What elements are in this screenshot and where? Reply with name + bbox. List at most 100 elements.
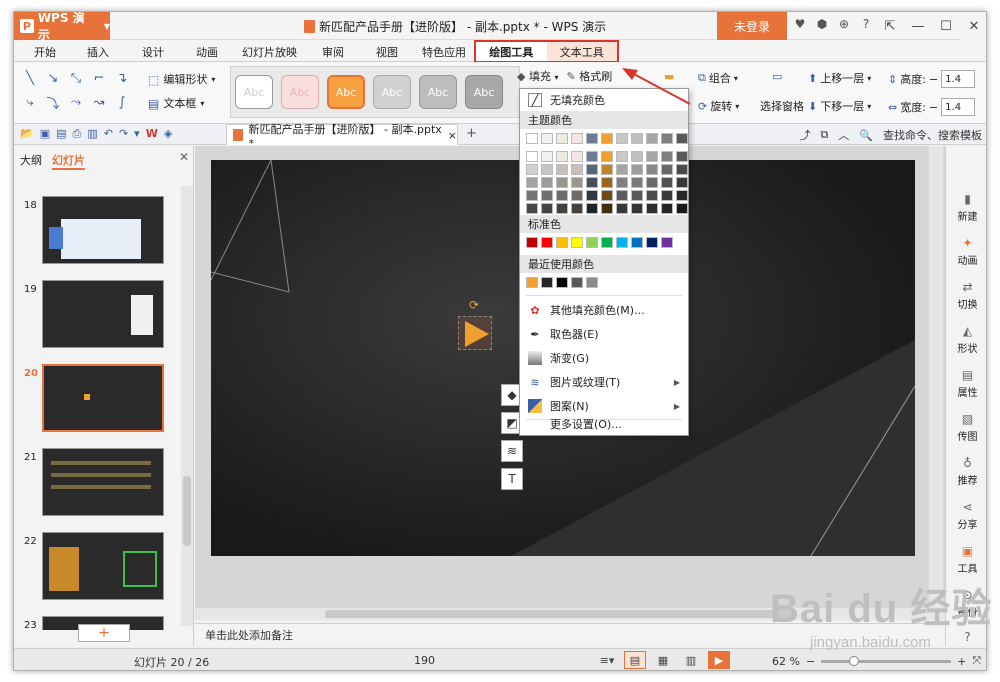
zoom-slider[interactable]: [821, 655, 952, 666]
sidebar-item-new[interactable]: ▮ 新建: [946, 192, 986, 223]
theme-tint-swatch[interactable]: [646, 151, 658, 162]
theme-tint-swatch[interactable]: [616, 177, 628, 188]
wps-icon[interactable]: W: [146, 127, 158, 141]
slide-thumbnail-22[interactable]: 22: [20, 532, 176, 606]
zoom-out-icon[interactable]: −: [806, 655, 815, 668]
standard-color-swatch[interactable]: [601, 237, 613, 248]
theme-tint-swatch[interactable]: [556, 177, 568, 188]
skin-icon[interactable]: ♥: [792, 17, 808, 31]
height-input[interactable]: 1.4: [941, 70, 976, 88]
collapse-icon[interactable]: ︿: [838, 127, 849, 143]
style-sample-3[interactable]: Abc: [327, 75, 365, 109]
theme-tint-swatch[interactable]: [586, 177, 598, 188]
recent-color-swatch[interactable]: [541, 277, 553, 288]
tab-design[interactable]: 设计: [142, 44, 164, 60]
elbow-arrow-shape-icon[interactable]: ↴: [112, 68, 132, 88]
theme-color-swatch[interactable]: [541, 133, 553, 144]
print-icon[interactable]: ⎙: [73, 127, 82, 141]
rotate-button[interactable]: ⟳ 旋转 ▾: [698, 98, 739, 114]
theme-tint-swatch[interactable]: [571, 177, 583, 188]
theme-tint-swatch[interactable]: [586, 203, 598, 214]
recent-color-swatch[interactable]: [571, 277, 583, 288]
copy-icon[interactable]: ⧉: [820, 128, 828, 142]
theme-tint-swatch[interactable]: [631, 190, 643, 201]
theme-tint-swatch[interactable]: [646, 164, 658, 175]
document-tab[interactable]: 新匹配产品手册【进阶版】 - 副本.pptx * ×: [226, 123, 458, 150]
tab-slideshow[interactable]: 幻灯片放映: [242, 44, 297, 60]
tab-outline[interactable]: 大纲: [20, 152, 42, 170]
theme-tint-swatch[interactable]: [586, 164, 598, 175]
save-icon[interactable]: ▣: [40, 127, 50, 141]
sidebar-item-recommend[interactable]: ♁ 推荐: [946, 456, 986, 487]
theme-color-swatch[interactable]: [616, 133, 628, 144]
theme-tint-swatch[interactable]: [676, 164, 688, 175]
elbow-shape-icon[interactable]: ⌐: [89, 68, 109, 88]
close-pane-icon[interactable]: ✕: [179, 150, 189, 164]
selection-pane-icon[interactable]: ▭: [772, 70, 782, 83]
theme-tint-swatch[interactable]: [676, 151, 688, 162]
more-fill-colors-item[interactable]: ✿ 其他填充颜色(M)...: [520, 299, 688, 321]
double-arrow-shape-icon[interactable]: ⤡: [66, 68, 86, 88]
theme-tint-swatch[interactable]: [571, 151, 583, 162]
thumbnail-scrollbar[interactable]: [181, 186, 193, 626]
tab-animation[interactable]: 动画: [196, 44, 218, 60]
theme-tint-swatch[interactable]: [601, 151, 613, 162]
theme-tint-swatch[interactable]: [526, 151, 538, 162]
style-sample-6[interactable]: Abc: [465, 75, 503, 109]
style-sample-4[interactable]: Abc: [373, 75, 411, 109]
theme-tint-swatch[interactable]: [616, 190, 628, 201]
slide-thumbnail-20[interactable]: 20: [20, 364, 176, 438]
normal-view-button[interactable]: ▤: [624, 651, 646, 669]
slide-thumbnail-19[interactable]: 19: [20, 280, 176, 354]
theme-tint-swatch[interactable]: [631, 151, 643, 162]
theme-tint-swatch[interactable]: [526, 203, 538, 214]
theme-tint-swatch[interactable]: [601, 164, 613, 175]
selected-play-shape[interactable]: [458, 316, 492, 350]
app-menu-button[interactable]: P WPS 演示 ▼: [14, 12, 110, 42]
tab-special[interactable]: 特色应用: [422, 44, 466, 60]
theme-color-swatch[interactable]: [646, 133, 658, 144]
line-shape-icon[interactable]: ╲: [20, 68, 40, 88]
eyedropper-item[interactable]: ✒ 取色器(E): [520, 323, 688, 345]
help-icon[interactable]: ?: [858, 17, 874, 31]
theme-color-swatch[interactable]: [601, 133, 613, 144]
theme-tint-swatch[interactable]: [586, 151, 598, 162]
theme-color-swatch[interactable]: [661, 133, 673, 144]
settings-icon[interactable]: ⬢: [814, 17, 830, 31]
undo-icon[interactable]: ↶: [104, 127, 113, 141]
standard-color-swatch[interactable]: [646, 237, 658, 248]
theme-tint-swatch[interactable]: [676, 177, 688, 188]
tab-drawing-tools[interactable]: 绘图工具: [476, 42, 547, 61]
theme-tint-swatch[interactable]: [631, 164, 643, 175]
share-icon[interactable]: ⤴: [799, 127, 810, 143]
theme-tint-swatch[interactable]: [631, 177, 643, 188]
open-icon[interactable]: 📂: [20, 127, 34, 141]
theme-tint-swatch[interactable]: [661, 151, 673, 162]
bring-forward-button[interactable]: ⬆ 上移一层 ▾: [808, 70, 871, 86]
theme-tint-swatch[interactable]: [556, 190, 568, 201]
login-button[interactable]: 未登录: [717, 12, 787, 40]
tab-home[interactable]: 开始: [34, 44, 56, 60]
recent-color-swatch[interactable]: [586, 277, 598, 288]
sidebar-item-upload-image[interactable]: ▧ 传图: [946, 412, 986, 443]
arrow-shape-icon[interactable]: ↘: [43, 68, 63, 88]
theme-tint-swatch[interactable]: [541, 190, 553, 201]
theme-tint-swatch[interactable]: [646, 203, 658, 214]
close-tab-icon[interactable]: ×: [448, 129, 457, 142]
theme-tint-swatch[interactable]: [601, 203, 613, 214]
theme-tint-swatch[interactable]: [646, 177, 658, 188]
pdf-icon[interactable]: ▤: [56, 127, 66, 141]
slideshow-play-button[interactable]: ▶: [708, 651, 730, 669]
feedback-icon[interactable]: ⊕: [836, 17, 852, 31]
sidebar-item-animation[interactable]: ✦ 动画: [946, 236, 986, 267]
theme-tint-swatch[interactable]: [601, 177, 613, 188]
pin-icon[interactable]: ⇱: [876, 12, 904, 40]
width-minus[interactable]: −: [929, 101, 938, 114]
selection-pane-button[interactable]: 选择窗格: [760, 98, 804, 114]
quick-tool-text-icon[interactable]: T: [501, 468, 523, 490]
theme-color-swatch[interactable]: [631, 133, 643, 144]
style-sample-5[interactable]: Abc: [419, 75, 457, 109]
recent-color-swatch[interactable]: [556, 277, 568, 288]
theme-color-swatch[interactable]: [526, 133, 538, 144]
theme-tint-swatch[interactable]: [661, 164, 673, 175]
